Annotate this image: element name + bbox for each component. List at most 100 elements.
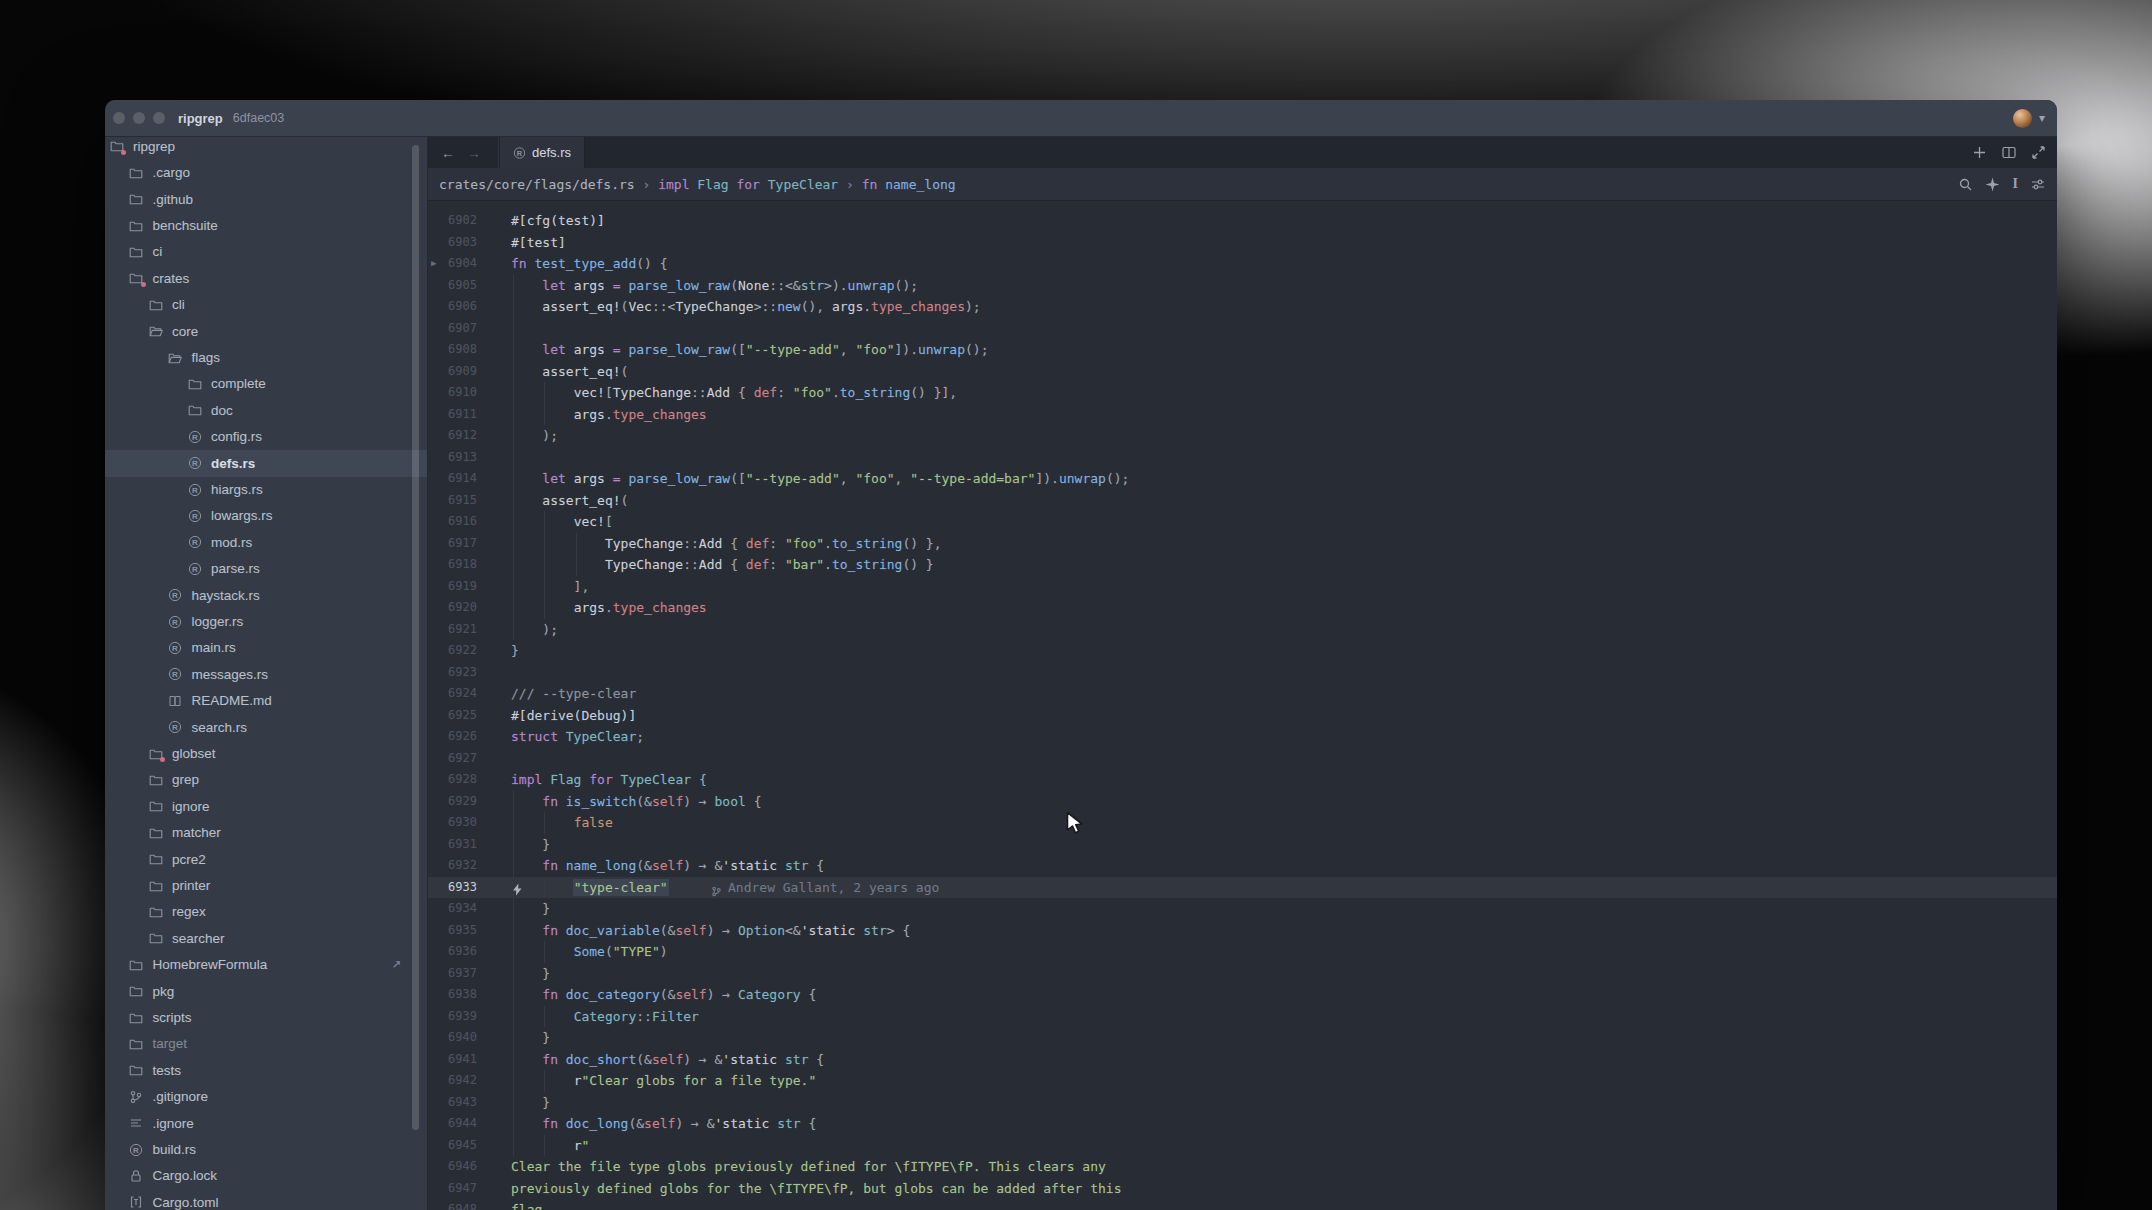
code-line-6923[interactable]: 6923 bbox=[428, 662, 2057, 684]
code-line-6909[interactable]: 6909 assert_eq!( bbox=[428, 361, 2057, 383]
split-pane-button[interactable] bbox=[2002, 146, 2016, 159]
code-line-6924[interactable]: 6924/// --type-clear bbox=[428, 683, 2057, 705]
code-line-6911[interactable]: 6911 args.type_changes bbox=[428, 404, 2057, 426]
tree-item-target[interactable]: target bbox=[105, 1030, 427, 1057]
tab-defs-rs[interactable]: R defs.rs bbox=[499, 137, 585, 168]
code-line-6940[interactable]: 6940 } bbox=[428, 1027, 2057, 1049]
code-line-6920[interactable]: 6920 args.type_changes bbox=[428, 597, 2057, 619]
tree-item-homebrewformula[interactable]: HomebrewFormula↗ bbox=[105, 951, 427, 978]
code-line-6910[interactable]: 6910 vec![TypeChange::Add { def: "foo".t… bbox=[428, 382, 2057, 404]
tree-item-lowargs-rs[interactable]: Rlowargs.rs bbox=[105, 502, 427, 529]
code-line-6915[interactable]: 6915 assert_eq!( bbox=[428, 490, 2057, 512]
code-editor[interactable]: 6902#[cfg(test)]6903#[test]6904▶fn test_… bbox=[428, 201, 2057, 1210]
tree-item-logger-rs[interactable]: Rlogger.rs bbox=[105, 608, 427, 635]
code-line-6936[interactable]: 6936 Some("TYPE") bbox=[428, 941, 2057, 963]
code-line-6914[interactable]: 6914 let args = parse_low_raw(["--type-a… bbox=[428, 468, 2057, 490]
tree-item-messages-rs[interactable]: Rmessages.rs bbox=[105, 661, 427, 688]
tree-item-readme-md[interactable]: README.md bbox=[105, 687, 427, 714]
code-line-6902[interactable]: 6902#[cfg(test)] bbox=[428, 210, 2057, 232]
avatar[interactable] bbox=[2013, 109, 2032, 128]
tree-item-searcher[interactable]: searcher bbox=[105, 925, 427, 952]
tree-item-defs-rs[interactable]: Rdefs.rs bbox=[105, 450, 427, 477]
tree-item-flags[interactable]: flags bbox=[105, 344, 427, 371]
project-title[interactable]: ripgrep bbox=[178, 111, 223, 126]
code-line-6903[interactable]: 6903#[test] bbox=[428, 232, 2057, 254]
tree-item-crates[interactable]: crates bbox=[105, 265, 427, 292]
tree-item-grep[interactable]: grep bbox=[105, 766, 427, 793]
tree-item-regex[interactable]: regex bbox=[105, 898, 427, 925]
code-line-6906[interactable]: 6906 assert_eq!(Vec::<TypeChange>::new()… bbox=[428, 296, 2057, 318]
code-line-6933[interactable]: 6933 "type-clear"Andrew Gallant, 2 years… bbox=[428, 877, 2057, 899]
code-line-6928[interactable]: 6928impl Flag for TypeClear { bbox=[428, 769, 2057, 791]
code-line-6929[interactable]: 6929 fn is_switch(&self) → bool { bbox=[428, 791, 2057, 813]
code-line-6917[interactable]: 6917 TypeChange::Add { def: "foo".to_str… bbox=[428, 533, 2057, 555]
code-line-6926[interactable]: 6926struct TypeClear; bbox=[428, 726, 2057, 748]
code-line-6922[interactable]: 6922} bbox=[428, 640, 2057, 662]
tree-item-matcher[interactable]: matcher bbox=[105, 819, 427, 846]
tree-item-haystack-rs[interactable]: Rhaystack.rs bbox=[105, 582, 427, 609]
code-line-6931[interactable]: 6931 } bbox=[428, 834, 2057, 856]
tree-item-pkg[interactable]: pkg bbox=[105, 978, 427, 1005]
code-line-6905[interactable]: 6905 let args = parse_low_raw(None::<&st… bbox=[428, 275, 2057, 297]
tree-item-main-rs[interactable]: Rmain.rs bbox=[105, 634, 427, 661]
assistant-icon[interactable] bbox=[1985, 177, 2000, 192]
tree-item-cargo-toml[interactable]: Cargo.toml bbox=[105, 1189, 427, 1210]
commit-hash[interactable]: 6dfaec03 bbox=[233, 111, 284, 125]
tree-item-tests[interactable]: tests bbox=[105, 1057, 427, 1084]
tree-item-config-rs[interactable]: Rconfig.rs bbox=[105, 423, 427, 450]
zoom-button[interactable] bbox=[153, 112, 165, 124]
code-line-6941[interactable]: 6941 fn doc_short(&self) → &'static str … bbox=[428, 1049, 2057, 1071]
editor-controls-icon[interactable] bbox=[2031, 178, 2045, 191]
new-tab-button[interactable] bbox=[1973, 146, 1986, 159]
expand-pane-button[interactable] bbox=[2032, 146, 2045, 159]
code-line-6939[interactable]: 6939 Category::Filter bbox=[428, 1006, 2057, 1028]
code-line-6927[interactable]: 6927 bbox=[428, 748, 2057, 770]
code-line-6947[interactable]: 6947previously defined globs for the \fI… bbox=[428, 1178, 2057, 1200]
tree-item-pcre2[interactable]: pcre2 bbox=[105, 846, 427, 873]
code-line-6945[interactable]: 6945 r" bbox=[428, 1135, 2057, 1157]
code-line-6935[interactable]: 6935 fn doc_variable(&self) → Option<&'s… bbox=[428, 920, 2057, 942]
tree-item-scripts[interactable]: scripts bbox=[105, 1004, 427, 1031]
tree-item--ignore[interactable]: .ignore bbox=[105, 1110, 427, 1137]
code-line-6942[interactable]: 6942 r"Clear globs for a file type." bbox=[428, 1070, 2057, 1092]
tree-item-ignore[interactable]: ignore bbox=[105, 793, 427, 820]
tree-item-mod-rs[interactable]: Rmod.rs bbox=[105, 529, 427, 556]
close-button[interactable] bbox=[113, 112, 125, 124]
tree-item--gitignore[interactable]: .gitignore bbox=[105, 1083, 427, 1110]
tree-item-globset[interactable]: globset bbox=[105, 740, 427, 767]
tree-item-cargo-lock[interactable]: Cargo.lock bbox=[105, 1162, 427, 1189]
tree-item-parse-rs[interactable]: Rparse.rs bbox=[105, 555, 427, 582]
fold-marker-icon[interactable]: ▶ bbox=[431, 253, 436, 275]
tree-item-hiargs-rs[interactable]: Rhiargs.rs bbox=[105, 476, 427, 503]
code-line-6921[interactable]: 6921 ); bbox=[428, 619, 2057, 641]
tree-item-doc[interactable]: doc bbox=[105, 397, 427, 424]
code-line-6916[interactable]: 6916 vec![ bbox=[428, 511, 2057, 533]
code-line-6932[interactable]: 6932 fn name_long(&self) → &'static str … bbox=[428, 855, 2057, 877]
tree-item-ripgrep[interactable]: ripgrep bbox=[105, 137, 427, 160]
minimize-button[interactable] bbox=[133, 112, 145, 124]
tree-item-search-rs[interactable]: Rsearch.rs bbox=[105, 714, 427, 741]
sidebar-scrollbar[interactable] bbox=[412, 145, 419, 1130]
code-line-6913[interactable]: 6913 bbox=[428, 447, 2057, 469]
chevron-down-icon[interactable]: ▾ bbox=[2039, 111, 2045, 125]
tree-item-cli[interactable]: cli bbox=[105, 291, 427, 318]
git-blame-annotation[interactable]: Andrew Gallant, 2 years ago bbox=[711, 877, 939, 899]
tree-item-benchsuite[interactable]: benchsuite bbox=[105, 212, 427, 239]
code-line-6944[interactable]: 6944 fn doc_long(&self) → &'static str { bbox=[428, 1113, 2057, 1135]
tree-item--cargo[interactable]: .cargo bbox=[105, 159, 427, 186]
code-line-6930[interactable]: 6930 false bbox=[428, 812, 2057, 834]
nav-forward-button[interactable]: → bbox=[467, 145, 481, 161]
code-line-6919[interactable]: 6919 ], bbox=[428, 576, 2057, 598]
code-line-6907[interactable]: 6907 bbox=[428, 318, 2057, 340]
code-line-6912[interactable]: 6912 ); bbox=[428, 425, 2057, 447]
inline-assist-icon[interactable]: I bbox=[2013, 176, 2018, 192]
search-icon[interactable] bbox=[1959, 178, 1972, 191]
tree-item-build-rs[interactable]: Rbuild.rs bbox=[105, 1136, 427, 1163]
code-line-6934[interactable]: 6934 } bbox=[428, 898, 2057, 920]
nav-back-button[interactable]: ← bbox=[441, 145, 455, 161]
code-line-6904[interactable]: 6904▶fn test_type_add() { bbox=[428, 253, 2057, 275]
tree-item-core[interactable]: core bbox=[105, 318, 427, 345]
code-line-6943[interactable]: 6943 } bbox=[428, 1092, 2057, 1114]
code-line-6908[interactable]: 6908 let args = parse_low_raw(["--type-a… bbox=[428, 339, 2057, 361]
code-line-6937[interactable]: 6937 } bbox=[428, 963, 2057, 985]
